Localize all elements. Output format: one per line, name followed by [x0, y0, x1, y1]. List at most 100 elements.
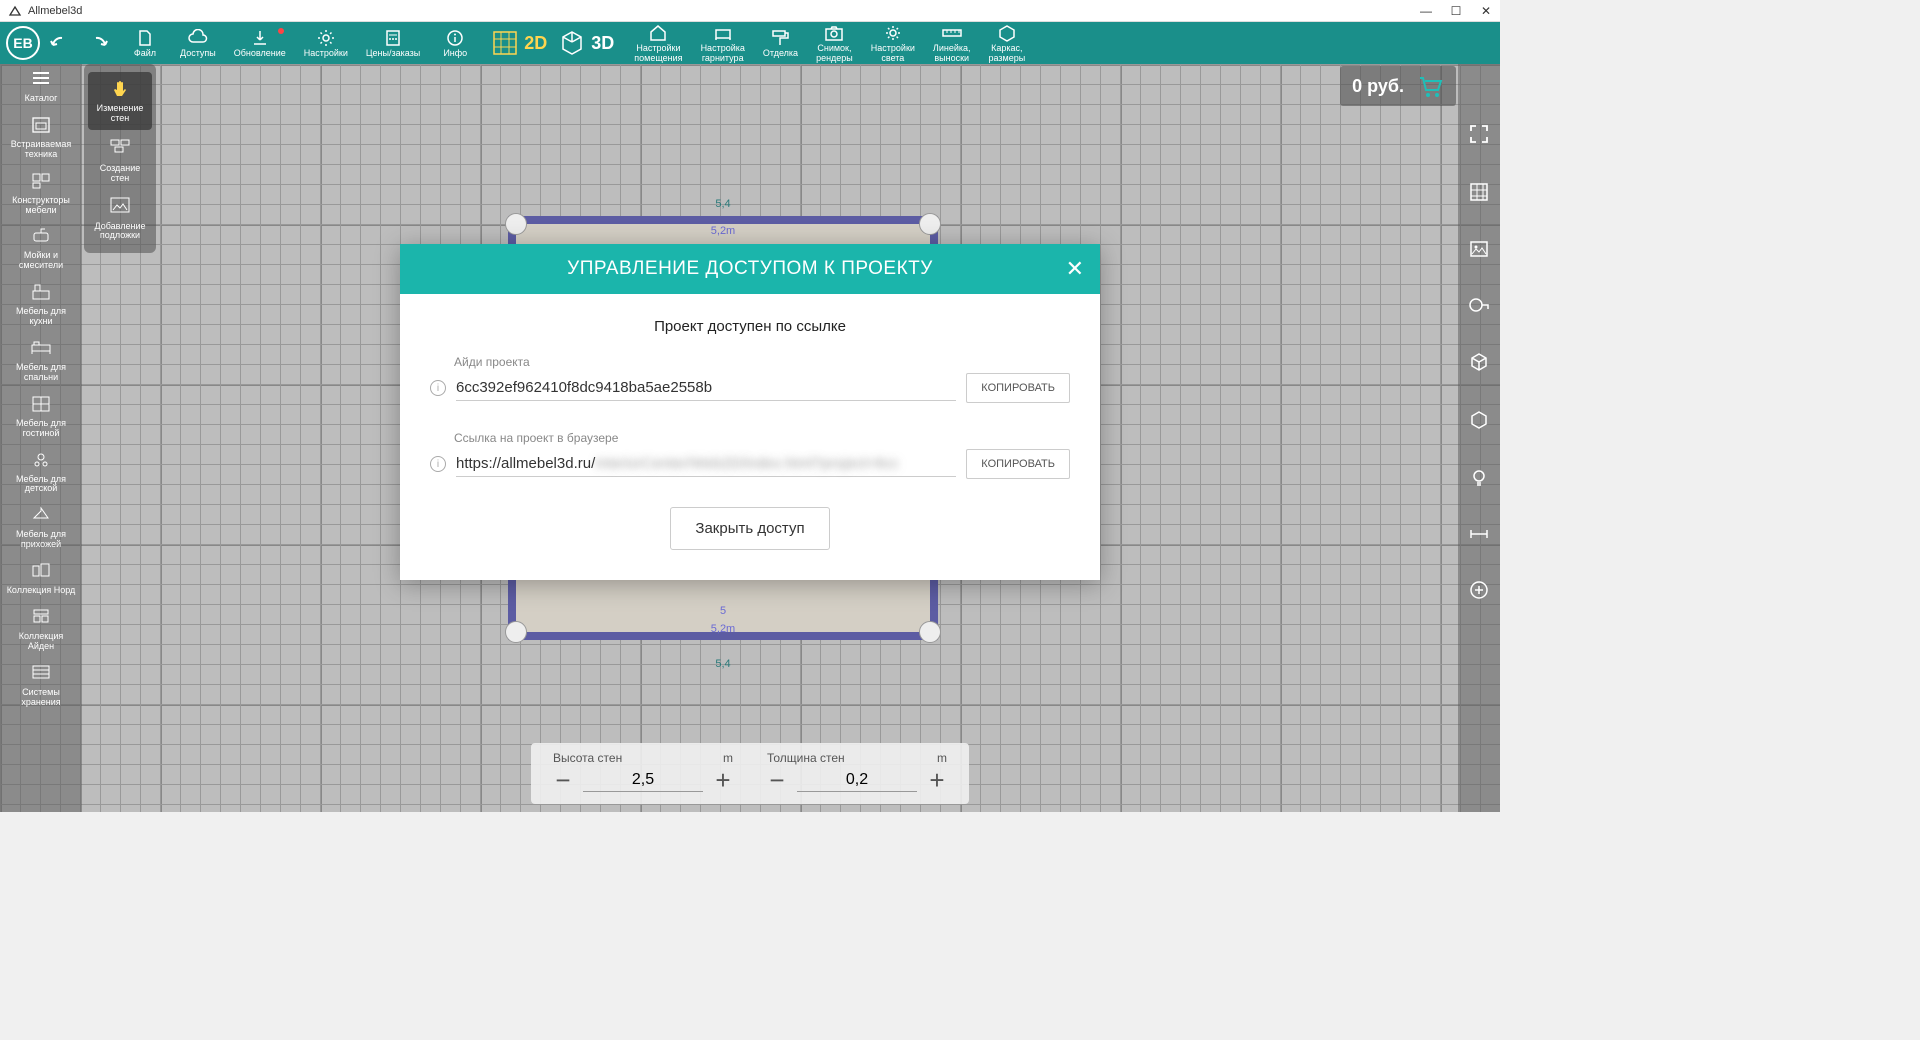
sidebar-storage[interactable]: Системы хранения: [0, 658, 82, 714]
close-access-button[interactable]: Закрыть доступ: [670, 507, 829, 550]
price-value: 0 руб.: [1352, 76, 1404, 97]
dimension-button[interactable]: [1469, 526, 1489, 542]
access-modal: УПРАВЛЕНИЕ ДОСТУПОМ К ПРОЕКТУ ✕ Проект д…: [400, 244, 1100, 580]
add-underlay-tool[interactable]: Добавление подложки: [84, 190, 156, 248]
close-button[interactable]: ✕: [1480, 5, 1492, 17]
room-settings-button[interactable]: Настройки помещения: [626, 21, 690, 66]
sidebar-bedroom[interactable]: Мебель для спальни: [0, 333, 82, 389]
frame-button[interactable]: Каркас, размеры: [981, 21, 1034, 66]
add-button[interactable]: [1469, 580, 1489, 600]
right-sidebar: [1458, 64, 1500, 812]
furniture-icon: [713, 23, 733, 43]
snapshot-button[interactable]: Снимок, рендеры: [808, 21, 861, 66]
copy-id-button[interactable]: КОПИРОВАТЬ: [966, 373, 1070, 403]
tape-button[interactable]: [1468, 296, 1490, 314]
bottom-controls: Высота стен m − 2,5 + Толщина стенm − 0,2…: [531, 743, 969, 804]
grid-2d-icon: [492, 30, 518, 56]
wall-height-increase[interactable]: +: [711, 765, 735, 796]
maximize-button[interactable]: ☐: [1450, 5, 1462, 17]
wall-height-value[interactable]: 2,5: [583, 769, 703, 792]
project-link-label: Ссылка на проект в браузере: [430, 431, 1070, 445]
kitchen-icon: [31, 283, 51, 305]
sidebar-nord[interactable]: Коллекция Норд: [0, 556, 82, 602]
wall-thickness-control: Толщина стенm − 0,2 +: [765, 751, 949, 796]
modal-subtitle: Проект доступен по ссылке: [430, 318, 1070, 335]
hanger-icon: [31, 506, 51, 528]
dimension-floor: 5: [508, 605, 938, 617]
furniture-settings-button[interactable]: Настройка гарнитура: [693, 21, 753, 66]
sidebar-aiden[interactable]: Коллекция Айден: [0, 602, 82, 658]
view-3d-button[interactable]: 3D: [559, 30, 614, 56]
image-button[interactable]: [1469, 240, 1489, 258]
camera-icon: [824, 23, 844, 43]
grid-toggle-button[interactable]: [1469, 182, 1489, 202]
wall-height-decrease[interactable]: −: [551, 765, 575, 796]
dimension-top-inner: 5,2m: [508, 225, 938, 237]
wall-thickness-decrease[interactable]: −: [765, 765, 789, 796]
dimension-bottom-inner: 5,2m: [508, 623, 938, 635]
info-menu[interactable]: Инфо: [430, 26, 480, 61]
modal-title: УПРАВЛЕНИЕ ДОСТУПОМ К ПРОЕКТУ: [567, 258, 933, 280]
title-bar: Allmebel3d — ☐ ✕: [0, 0, 1500, 22]
user-badge[interactable]: ЕВ: [6, 26, 40, 60]
modal-header: УПРАВЛЕНИЕ ДОСТУПОМ К ПРОЕКТУ ✕: [400, 244, 1100, 294]
modal-overlay: УПРАВЛЕНИЕ ДОСТУПОМ К ПРОЕКТУ ✕ Проект д…: [0, 64, 1500, 812]
undo-button[interactable]: [50, 35, 74, 51]
roller-icon: [770, 28, 790, 48]
wall-height-unit: m: [723, 751, 733, 765]
project-id-value[interactable]: 6cc392ef962410f8dc9418ba5ae2558b: [456, 375, 956, 401]
info-icon[interactable]: i: [430, 380, 446, 396]
sidebar-sinks[interactable]: Мойки и смесители: [0, 221, 82, 277]
blocks-icon: [31, 172, 51, 194]
update-badge-icon: [278, 28, 284, 34]
gear-icon: [317, 28, 335, 48]
bulb-button[interactable]: [1470, 468, 1488, 488]
collection-icon: [31, 562, 51, 584]
calculator-icon: [384, 28, 402, 48]
info-icon[interactable]: i: [430, 456, 446, 472]
edit-walls-tool[interactable]: Изменение стен: [88, 72, 152, 130]
file-icon: [136, 28, 154, 48]
sidebar-living[interactable]: Мебель для гостиной: [0, 389, 82, 445]
project-link-value[interactable]: https://allmebel3d.ru/InteriorCenter/Web…: [456, 451, 956, 477]
modal-close-button[interactable]: ✕: [1066, 256, 1084, 282]
copy-link-button[interactable]: КОПИРОВАТЬ: [966, 449, 1070, 479]
fullscreen-button[interactable]: [1469, 124, 1489, 144]
redo-button[interactable]: [84, 35, 108, 51]
cart-icon: [1416, 74, 1444, 98]
prices-menu[interactable]: Цены/заказы: [358, 26, 428, 61]
wall-thickness-value[interactable]: 0,2: [797, 769, 917, 792]
cloud-icon: [187, 28, 209, 48]
wall-height-label: Высота стен: [553, 751, 622, 765]
ruler-button[interactable]: Линейка, выноски: [925, 21, 979, 66]
ruler-icon: [941, 23, 963, 43]
wall-thickness-increase[interactable]: +: [925, 765, 949, 796]
sun-icon: [883, 23, 903, 43]
sidebar-kids[interactable]: Мебель для детской: [0, 445, 82, 501]
sidebar-hallway[interactable]: Мебель для прихожей: [0, 500, 82, 556]
light-settings-button[interactable]: Настройки света: [863, 21, 923, 66]
minimize-button[interactable]: —: [1420, 5, 1432, 17]
access-menu[interactable]: Доступы: [172, 26, 224, 61]
view-2d-button[interactable]: 2D: [492, 30, 547, 56]
sidebar-constructors[interactable]: Конструкторы мебели: [0, 166, 82, 222]
create-walls-tool[interactable]: Создание стен: [84, 132, 156, 190]
sidebar-appliances[interactable]: Встраиваемая техника: [0, 110, 82, 166]
update-menu[interactable]: Обновление: [226, 26, 294, 61]
cube-button[interactable]: [1469, 410, 1489, 430]
dimension-bottom-outer: 5,4: [508, 658, 938, 670]
list-icon: [31, 70, 51, 92]
settings-menu[interactable]: Настройки: [296, 26, 356, 61]
file-menu[interactable]: Файл: [120, 26, 170, 61]
price-cart[interactable]: 0 руб.: [1340, 66, 1456, 106]
finishing-button[interactable]: Отделка: [755, 26, 806, 61]
sidebar-catalog[interactable]: Каталог: [0, 64, 82, 110]
package-button[interactable]: [1469, 352, 1489, 372]
project-id-label: Айди проекта: [430, 355, 1070, 369]
wall-thickness-label: Толщина стен: [767, 751, 845, 765]
dimension-top-outer: 5,4: [508, 198, 938, 210]
sink-icon: [31, 227, 51, 249]
wall-tools-panel: Изменение стен Создание стен Добавление …: [84, 64, 156, 253]
top-toolbar: ЕВ Файл Доступы Обновление Настройки Цен…: [0, 22, 1500, 64]
sidebar-kitchen[interactable]: Мебель для кухни: [0, 277, 82, 333]
